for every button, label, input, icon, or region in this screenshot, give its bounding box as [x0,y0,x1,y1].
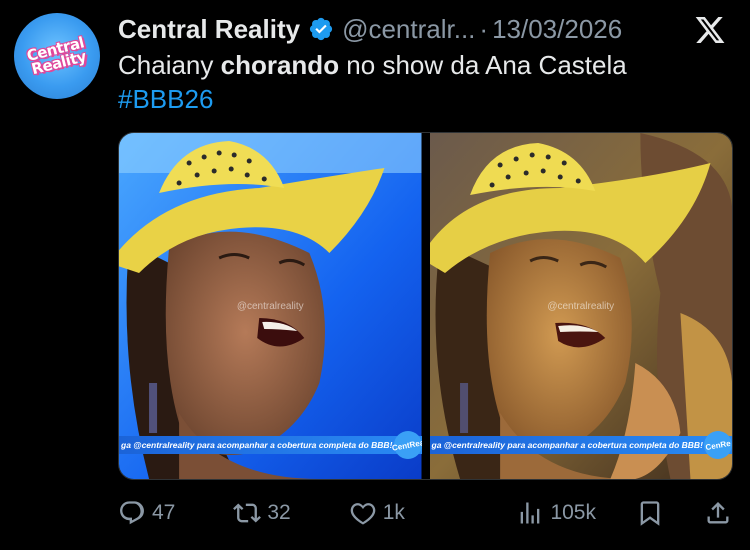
photo-2-badge-text-1: Cen [704,440,722,452]
tweet-text-end: no show da Ana Castela [339,50,627,80]
hashtag-link[interactable]: #BBB26 [118,82,736,116]
verified-badge-icon[interactable] [308,16,334,42]
repost-button[interactable]: 32 [233,499,291,527]
photo-1-badge-text-1: Cent [390,440,410,453]
avatar-logo: Central Reality [25,33,88,78]
timestamp[interactable]: 13/03/2026 [492,14,622,45]
handle[interactable]: @centralr... [342,14,475,45]
like-count: 1k [382,501,405,524]
views-count: 105k [550,501,596,524]
photo-1-ticker: ga @centralreality para acompanhar a cob… [119,436,422,454]
photo-2-watermark: @centralreality [547,301,615,312]
bookmark-icon [640,501,660,526]
x-logo-icon[interactable] [692,14,728,46]
views-button[interactable]: 105k [516,499,596,527]
reply-icon [120,501,144,525]
tweet-media: @centralreality ga @centralreality para … [118,132,733,480]
bookmark-button[interactable] [636,499,664,527]
tweet[interactable]: Central Reality Central Reality @central… [0,0,750,550]
avatar[interactable]: Central Reality [14,13,100,99]
share-button[interactable] [704,499,732,527]
reply-button[interactable]: 47 [118,499,175,527]
share-icon [707,502,729,524]
tweet-text-start: Chaiany [118,50,221,80]
like-icon [350,503,376,525]
tweet-header: Central Reality @centralr... · 13/03/202… [118,10,736,48]
photo-2-badge-text-2: Re [719,438,732,450]
repost-icon [233,503,262,523]
separator-dot: · [479,13,489,44]
media-photo-2[interactable]: @centralreality ga @centralreality para … [429,133,732,479]
photo-1-badge-text-2: Rea [408,437,422,450]
photo-2-ticker: ga @centralreality para acompanhar a cob… [429,436,732,454]
repost-count: 32 [267,501,291,524]
tweet-text: Chaiany chorando no show da Ana Castela … [118,48,736,116]
display-name[interactable]: Central Reality [118,14,300,45]
engagement-actions: 47 32 1k [118,499,405,527]
tweet-text-bold: chorando [220,50,340,80]
reply-count: 47 [152,501,176,524]
media-photo-1[interactable]: @centralreality ga @centralreality para … [119,133,422,479]
like-button[interactable]: 1k [349,499,405,527]
views-icon [521,502,540,524]
secondary-actions: 105k [516,499,732,527]
tweet-actions: 47 32 1k 105k [118,495,732,531]
photo-1-watermark: @centralreality [236,301,304,312]
